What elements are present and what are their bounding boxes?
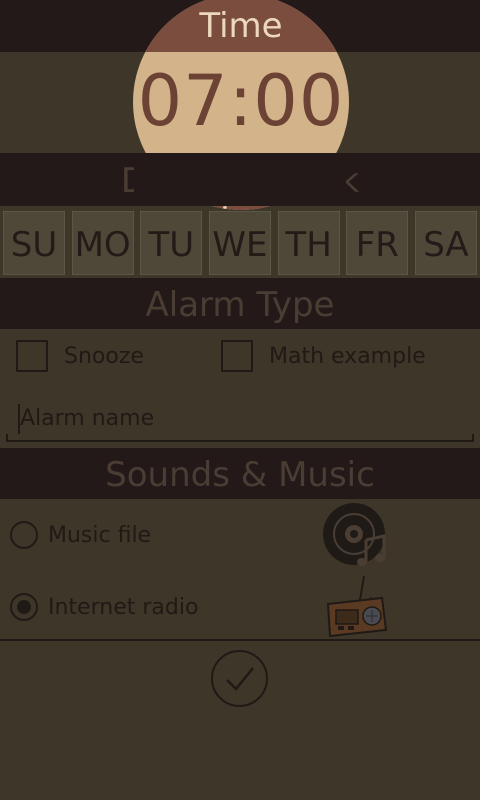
music-file-radio[interactable] xyxy=(10,521,38,549)
day-toggle-su[interactable]: SU xyxy=(3,211,65,275)
snooze-option[interactable]: Snooze xyxy=(16,340,144,372)
snooze-label: Snooze xyxy=(64,343,144,369)
alarm-type-title: Alarm Type xyxy=(145,285,335,325)
day-toggle-tu[interactable]: TU xyxy=(140,211,203,275)
day-toggle-we[interactable]: WE xyxy=(208,211,271,275)
snooze-checkbox[interactable] xyxy=(16,340,48,372)
music-disc-icon[interactable] xyxy=(322,502,390,570)
alarm-name-placeholder: Alarm name xyxy=(20,406,155,431)
math-example-option[interactable]: Math example xyxy=(221,340,426,372)
math-example-label: Math example xyxy=(269,343,426,369)
footer-divider xyxy=(0,639,480,641)
days-title-left: Days Of Week xyxy=(120,161,360,201)
internet-radio-label: Internet radio xyxy=(48,594,199,620)
day-toggle-sa[interactable]: SA xyxy=(414,211,477,275)
day-toggle-th[interactable]: TH xyxy=(277,211,340,275)
sounds-header: Sounds & Music xyxy=(0,448,480,499)
day-toggle-mo[interactable]: MO xyxy=(71,211,134,275)
music-file-option[interactable]: Music file xyxy=(10,521,151,549)
alarm-type-options: Snooze Math example xyxy=(0,340,480,384)
internet-radio-option[interactable]: Internet radio xyxy=(10,593,198,621)
days-of-week-row: SU MO TU WE TH FR SA xyxy=(0,206,480,278)
sounds-title: Sounds & Music xyxy=(105,455,375,495)
time-title: Time xyxy=(199,6,283,46)
checkmark-icon xyxy=(226,667,254,691)
radio-icon[interactable] xyxy=(322,572,390,640)
music-file-label: Music file xyxy=(48,522,152,548)
alarm-name-input[interactable]: Alarm name xyxy=(6,400,474,442)
day-toggle-fr[interactable]: FR xyxy=(346,211,409,275)
math-example-checkbox[interactable] xyxy=(221,340,253,372)
alarm-type-header: Alarm Type xyxy=(0,278,480,329)
internet-radio-radio[interactable] xyxy=(10,593,38,621)
confirm-button[interactable] xyxy=(211,650,268,707)
alarm-time-display[interactable]: 07:00 xyxy=(133,60,349,142)
